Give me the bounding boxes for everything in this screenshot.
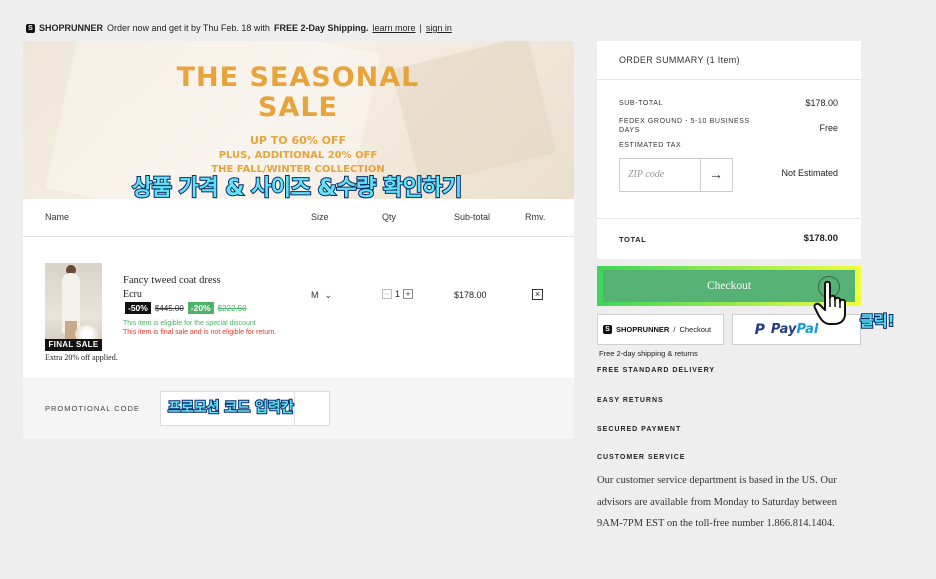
column-header-size: Size <box>311 212 329 222</box>
qty-increase-button[interactable]: + <box>403 289 414 299</box>
subtotal-value: $178.00 <box>805 98 838 108</box>
arrow-right-icon[interactable]: → <box>709 166 723 182</box>
shoprunner-checkout-action: Checkout <box>679 325 712 334</box>
paypal-wordmark: PayPal <box>771 322 818 337</box>
chevron-down-icon: ⌄ <box>324 290 333 300</box>
qty-decrease-button[interactable]: − <box>382 289 392 299</box>
shoprunner-checkout-button[interactable]: S SHOPRUNNER / Checkout <box>597 314 724 345</box>
qty-value: 1 <box>395 289 401 299</box>
sign-in-link[interactable]: sign in <box>426 23 452 33</box>
final-sale-badge: FINAL SALE <box>45 339 102 351</box>
annotation-check-details: 상품 가격 & 사이즈 &수량 확인하기 <box>131 175 463 202</box>
product-image[interactable] <box>45 263 102 351</box>
paypal-logo-icon: P <box>754 321 765 338</box>
benefit-secured-payment[interactable]: SECURED PAYMENT <box>597 426 681 433</box>
free-shipping-note: Free 2-day shipping & returns <box>599 349 698 358</box>
summary-divider-2 <box>597 218 861 219</box>
product-name[interactable]: Fancy tweed coat dress <box>123 275 221 286</box>
top-bar-separator: | <box>419 23 422 33</box>
shoprunner-checkout-slash: / <box>673 325 676 334</box>
order-summary-title: ORDER SUMMARY (1 Item) <box>619 55 740 65</box>
discount-badge-20: -20% <box>187 302 214 314</box>
column-header-name: Name <box>45 212 70 222</box>
order-summary-panel <box>597 41 861 259</box>
extra-discount-note: Extra 20% off applied. <box>45 353 118 362</box>
learn-more-link[interactable]: learn more <box>372 23 415 33</box>
shoprunner-message-bold: FREE 2-Day Shipping. <box>273 23 369 33</box>
shoprunner-logo-icon: S <box>603 325 612 334</box>
pointer-hand-icon <box>813 280 846 325</box>
column-header-subtotal: Sub-total <box>454 212 491 222</box>
product-color: Ecru <box>123 289 142 300</box>
final-sale-note: This item is final sale and is not eligi… <box>123 329 277 336</box>
summary-divider-1 <box>597 79 861 80</box>
shoprunner-bar: S SHOPRUNNER Order now and get it by Thu… <box>26 23 452 33</box>
banner-sub-line1: UP TO 60% OFF <box>249 134 347 147</box>
zip-code-input[interactable]: ZIP code → <box>619 158 733 192</box>
shipping-label: FEDEX GROUND - 5-10 BUSINESS DAYS <box>619 118 750 134</box>
column-header-remove: Rmv. <box>525 212 546 222</box>
banner-sub-line2: PLUS, ADDITIONAL 20% OFF <box>218 150 378 161</box>
subtotal-label: SUB-TOTAL <box>619 100 664 107</box>
banner-title-line1: THE SEASONAL <box>176 62 420 93</box>
benefit-easy-returns[interactable]: EASY RETURNS <box>597 397 664 404</box>
tax-label: ESTIMATED TAX <box>619 142 682 149</box>
customer-service-text: Our customer service department is based… <box>597 475 837 529</box>
shipping-value: Free <box>819 123 838 133</box>
shoprunner-message: Order now and get it by Thu Feb. 18 with <box>107 23 270 33</box>
shoprunner-brand: SHOPRUNNER <box>39 23 104 33</box>
paypal-pay: Pay <box>770 322 797 337</box>
discount-badge-50: -50% <box>125 302 151 314</box>
header-divider <box>23 236 574 237</box>
remove-item-button[interactable]: × <box>532 289 543 300</box>
annotation-promo-field: 프로모션 코드 입력칸 <box>167 399 295 417</box>
promo-label: PROMOTIONAL CODE <box>45 404 140 413</box>
benefit-customer-service[interactable]: CUSTOMER SERVICE <box>597 454 685 461</box>
original-price: $445.00 <box>154 303 184 313</box>
size-select[interactable]: M ⌄ <box>311 290 332 301</box>
total-value: $178.00 <box>803 233 838 244</box>
zip-placeholder: ZIP code <box>628 169 665 180</box>
total-label: TOTAL <box>619 235 647 244</box>
size-value: M <box>311 290 319 300</box>
quantity-stepper[interactable]: − 1 + <box>382 289 414 299</box>
sale-price: $222.50 <box>217 303 247 313</box>
benefit-free-delivery[interactable]: FREE STANDARD DELIVERY <box>597 367 715 374</box>
price-row: -50% $445.00 -20% $222.50 <box>125 302 247 314</box>
eligible-note: This item is eligible for the special di… <box>123 320 256 327</box>
tax-value: Not Estimated <box>781 168 838 178</box>
item-subtotal: $178.00 <box>454 290 487 300</box>
shoprunner-checkout-brand: SHOPRUNNER <box>616 325 670 334</box>
annotation-click: 클릭! <box>859 311 895 331</box>
column-header-qty: Qty <box>382 212 397 222</box>
shoprunner-logo-icon: S <box>26 23 35 33</box>
banner-title-line2: SALE <box>258 92 338 123</box>
